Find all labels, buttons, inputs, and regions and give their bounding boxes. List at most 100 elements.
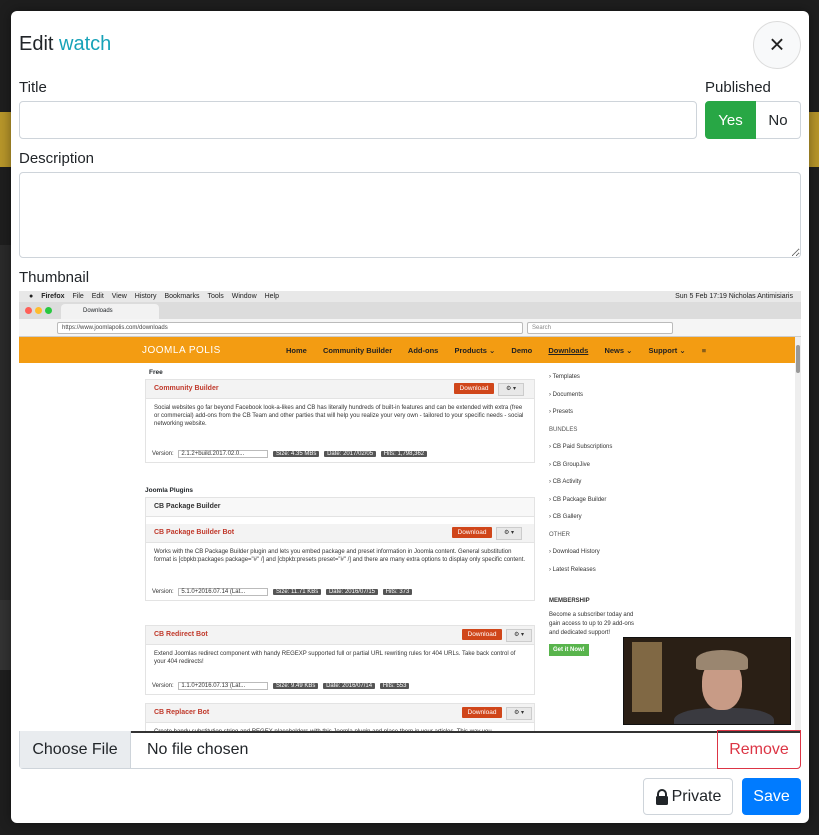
download-button: Download bbox=[462, 629, 502, 640]
edit-modal: Edit watch × Title Published Yes No Desc… bbox=[11, 11, 809, 823]
webcam-person-hair bbox=[696, 650, 748, 670]
browser-tab: Downloads bbox=[61, 304, 159, 319]
card-header: Community Builder Download ⚙ ▾ bbox=[146, 380, 534, 399]
description-label: Description bbox=[19, 150, 95, 167]
webcam-lamp bbox=[632, 642, 662, 712]
sidebar-link-label: CB GroupJive bbox=[552, 461, 591, 468]
thumbnail-label: Thumbnail bbox=[19, 269, 90, 286]
download-button: Download bbox=[454, 383, 494, 394]
site-sidebar: › Templates › Documents › Presets BUNDLE… bbox=[549, 369, 689, 659]
download-card: CB Redirect Bot Download ⚙ ▾ Extend Joom… bbox=[145, 625, 535, 695]
site-nav-item: Community Builder bbox=[322, 346, 393, 355]
section-plugins: Joomla Plugins bbox=[145, 487, 194, 494]
remove-button[interactable]: Remove bbox=[717, 730, 801, 769]
close-icon: × bbox=[769, 29, 785, 59]
sidebar-link-label: CB Gallery bbox=[552, 514, 582, 520]
choose-file-button[interactable]: Choose File bbox=[20, 731, 131, 768]
card-footer: Version: 5.1.0+2016.07.14 (Lat... Size: … bbox=[152, 588, 413, 596]
get-it-button: Get it Now! bbox=[549, 643, 589, 656]
card-footer: Version: 2.1.2+build.2017.02.0... Size: … bbox=[152, 450, 428, 458]
gear-icon: ⚙ ▾ bbox=[506, 707, 532, 720]
sidebar-link-label: CB Activity bbox=[552, 479, 582, 485]
modal-title: Edit watch bbox=[19, 33, 111, 56]
thumbnail-scrollbar bbox=[795, 337, 801, 731]
size-badge: Size: 4.35 MBs bbox=[273, 451, 320, 457]
site-nav-item: Products ⌄ bbox=[454, 346, 496, 355]
file-picker: Choose File No file chosen Remove bbox=[19, 730, 801, 769]
apple-icon: ● bbox=[29, 293, 34, 300]
sidebar-heading: OTHER bbox=[549, 531, 570, 538]
download-card: Community Builder Download ⚙ ▾ Social we… bbox=[145, 379, 535, 463]
url-field: https://www.joomlapolis.com/downloads bbox=[57, 322, 523, 334]
card-title: CB Redirect Bot bbox=[154, 631, 208, 638]
menubar-item: File bbox=[72, 293, 84, 300]
menubar-status: Sun 5 Feb 17:19 Nicholas Antimisiaris bbox=[675, 293, 793, 300]
site-nav-item: Demo bbox=[511, 346, 533, 355]
sidebar-link: › Latest Releases bbox=[549, 566, 596, 573]
menubar-item: Bookmarks bbox=[164, 293, 200, 300]
description-textarea[interactable] bbox=[19, 172, 801, 258]
size-badge: Size: 9.49 KBs bbox=[273, 683, 319, 689]
sidebar-link: › Documents bbox=[549, 391, 584, 398]
card-header: CB Package Builder bbox=[146, 498, 534, 517]
hits-badge: Hits: 373 bbox=[382, 589, 413, 595]
sidebar-link: › CB Paid Subscriptions bbox=[549, 444, 613, 450]
site-logo: JOOMLA POLIS bbox=[142, 345, 221, 356]
modal-title-name: watch bbox=[59, 33, 112, 55]
card-title: CB Replacer Bot bbox=[154, 709, 210, 716]
site-nav-item: Home bbox=[286, 346, 307, 355]
card-header: CB Package Builder Bot Download ⚙ ▾ bbox=[146, 524, 534, 543]
title-input[interactable] bbox=[19, 101, 697, 139]
card-title: CB Package Builder Bot bbox=[154, 529, 235, 536]
site-nav-item: Add-ons bbox=[407, 346, 439, 355]
private-button-label: Private bbox=[671, 787, 722, 805]
sidebar-link-label: Download History bbox=[552, 549, 600, 555]
menubar-item: Tools bbox=[207, 293, 224, 300]
date-badge: Date: 2017/02/05 bbox=[324, 451, 377, 457]
sidebar-link-label: Documents bbox=[552, 391, 584, 398]
section-free: Free bbox=[149, 369, 163, 376]
hamburger-icon: ≡ bbox=[701, 346, 707, 355]
sidebar-link-label: Presets bbox=[552, 409, 574, 415]
sidebar-link: › CB Gallery bbox=[549, 514, 582, 520]
card-group-title: CB Package Builder bbox=[154, 503, 221, 510]
gear-icon: ⚙ ▾ bbox=[496, 527, 522, 540]
private-button[interactable]: Private bbox=[643, 778, 733, 815]
sidebar-link-label: Latest Releases bbox=[552, 566, 596, 573]
sidebar-heading: BUNDLES bbox=[549, 426, 578, 433]
sidebar-link: › Presets bbox=[549, 409, 574, 415]
sidebar-link-label: CB Package Builder bbox=[552, 496, 607, 503]
backdrop-strip bbox=[809, 112, 819, 167]
card-header: CB Replacer Bot Download ⚙ ▾ bbox=[146, 704, 534, 723]
save-button[interactable]: Save bbox=[742, 778, 801, 815]
close-button[interactable]: × bbox=[753, 21, 801, 69]
mac-menubar: ● Firefox File Edit View History Bookmar… bbox=[19, 291, 801, 302]
window-min-dot bbox=[35, 307, 42, 314]
menubar-item: History bbox=[134, 293, 157, 300]
published-toggle: Yes No bbox=[705, 101, 801, 139]
card-header: CB Redirect Bot Download ⚙ ▾ bbox=[146, 626, 534, 645]
sidebar-link: › Templates bbox=[549, 374, 580, 380]
webcam-overlay bbox=[623, 637, 791, 725]
version-select: 2.1.2+build.2017.02.0... bbox=[178, 450, 269, 458]
sidebar-link: › CB Package Builder bbox=[549, 496, 607, 503]
browser-urlbar: https://www.joomlapolis.com/downloads Se… bbox=[19, 319, 801, 337]
published-no-button[interactable]: No bbox=[756, 101, 801, 139]
browser-search-field: Search bbox=[527, 322, 673, 334]
card-description: Social websites go far beyond Facebook l… bbox=[154, 405, 524, 427]
window-close-dot bbox=[25, 307, 32, 314]
version-select: 5.1.0+2016.07.14 (Lat... bbox=[178, 588, 269, 596]
published-yes-button[interactable]: Yes bbox=[705, 101, 756, 139]
date-badge: Date: 2016/07/14 bbox=[323, 683, 376, 689]
download-card: CB Replacer Bot Download ⚙ ▾ Create hand… bbox=[145, 703, 535, 731]
modal-title-prefix: Edit bbox=[19, 33, 54, 55]
webcam-person-shirt bbox=[674, 708, 774, 724]
site-navbar: JOOMLA POLIS Home Community Builder Add-… bbox=[19, 337, 795, 363]
sidebar-link: › Download History bbox=[549, 549, 600, 555]
date-badge: Date: 2016/07/15 bbox=[325, 589, 378, 595]
gear-icon: ⚙ ▾ bbox=[498, 383, 524, 396]
menubar-item: View bbox=[111, 293, 127, 300]
nested-card: CB Package Builder Bot Download ⚙ ▾ Work… bbox=[146, 524, 534, 600]
site-nav-item: News ⌄ bbox=[604, 346, 633, 355]
title-label: Title bbox=[19, 79, 47, 96]
